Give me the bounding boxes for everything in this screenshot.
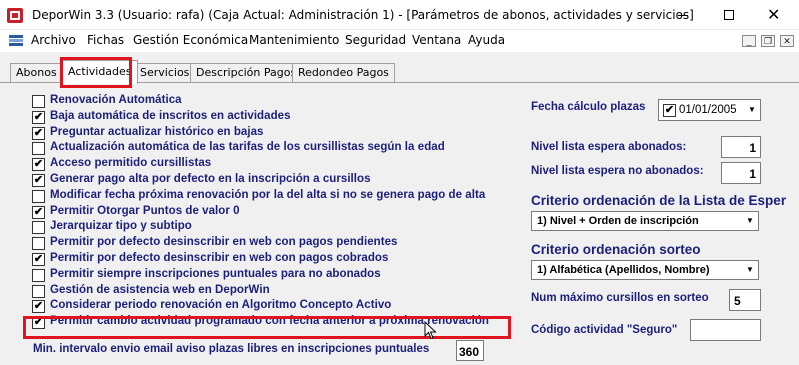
tab-servicios[interactable]: Servicios [134, 63, 196, 83]
option-label: Permitir por defecto desinscribir en web… [50, 252, 389, 264]
option-checkbox[interactable]: ✔ [32, 174, 45, 187]
mdi-minimize-button[interactable]: _ [742, 35, 756, 47]
option-label: Actualización automática de las tarifas … [50, 141, 445, 153]
chevron-down-icon[interactable]: ▼ [744, 100, 760, 120]
option-label: Permitir Otorgar Puntos de valor 0 [50, 205, 240, 217]
maximize-button[interactable] [706, 0, 752, 30]
option-checkbox[interactable] [32, 95, 45, 108]
mdi-close-button[interactable]: ✕ [780, 35, 794, 47]
option-checkbox[interactable]: ✔ [32, 300, 45, 313]
criterio-lista-select[interactable]: 1) Nivel + Orden de inscripción ▼ [531, 211, 759, 231]
menu-archivo[interactable]: Archivo [31, 33, 76, 47]
fecha-calculo-label: Fecha cálculo plazas [531, 101, 646, 113]
criterio-lista-value: 1) Nivel + Orden de inscripción [537, 215, 699, 227]
option-checkbox[interactable] [32, 142, 45, 155]
fecha-calculo-value: 01/01/2005 [679, 104, 737, 116]
maximize-icon [724, 10, 734, 20]
minimize-icon [678, 15, 688, 16]
option-label: Permitir siempre inscripciones puntuales… [50, 268, 381, 280]
tab-abonos[interactable]: Abonos [10, 63, 63, 83]
tab-redondeo-pagos[interactable]: Redondeo Pagos [292, 63, 395, 83]
mouse-cursor-icon [424, 321, 437, 340]
option-checkbox[interactable] [32, 285, 45, 298]
option-checkbox[interactable]: ✔ [32, 253, 45, 266]
menu-mantenimiento[interactable]: Mantenimiento [249, 33, 339, 47]
menu-ayuda[interactable]: Ayuda [468, 33, 505, 47]
min-interval-input[interactable]: 360 [456, 340, 484, 361]
option-checkbox[interactable]: ✔ [32, 111, 45, 124]
nivel-no-abonados-label: Nivel lista espera no abonados: [531, 165, 704, 177]
min-interval-label: Min. intervalo envio email aviso plazas … [33, 343, 430, 355]
option-checkbox[interactable]: ✔ [32, 158, 45, 171]
app-logo-icon [7, 8, 23, 23]
menu-fichas[interactable]: Fichas [87, 33, 124, 47]
tab-annotation-highlight [60, 57, 132, 88]
option-label: Considerar periodo renovación en Algorit… [50, 299, 392, 311]
menu-bar: Archivo Fichas Gestión Económica Manteni… [0, 30, 799, 52]
nivel-abonados-input[interactable]: 1 [721, 136, 761, 158]
option-label: Baja automática de inscritos en activida… [50, 110, 291, 122]
option-checkbox[interactable] [32, 190, 45, 203]
option-label: Preguntar actualizar histórico en bajas [50, 126, 264, 138]
option-label: Acceso permitido cursillistas [50, 157, 212, 169]
menu-seguridad[interactable]: Seguridad [345, 33, 406, 47]
fecha-calculo-checkbox[interactable]: ✔ [663, 104, 676, 117]
option-label: Generar pago alta por defecto en la insc… [50, 173, 371, 185]
num-max-cursillos-label: Num máximo cursillos en sorteo [531, 292, 709, 304]
option-checkbox[interactable]: ✔ [32, 206, 45, 219]
option-label: Permitir por defecto desinscribir en web… [50, 236, 398, 248]
nivel-abonados-label: Nivel lista espera abonados: [531, 141, 687, 153]
chevron-down-icon[interactable]: ▼ [742, 261, 758, 279]
window-title: DeporWin 3.3 (Usuario: rafa) (Caja Actua… [32, 8, 694, 22]
criterio-lista-heading: Criterio ordenación de la Lista de Esper [531, 193, 787, 208]
criterio-sorteo-value: 1) Alfabética (Apellidos, Nombre) [537, 264, 710, 276]
tab-descripcion-pagos[interactable]: Descripción Pagos [190, 63, 303, 83]
document-menu-icon[interactable] [9, 35, 23, 47]
menu-gestion-economica[interactable]: Gestión Económica [133, 33, 248, 47]
option-label: Renovación Automática [50, 94, 182, 106]
option-checkbox[interactable] [32, 237, 45, 250]
codigo-seguro-label: Código actividad "Seguro" [531, 324, 678, 336]
option-label: Jerarquizar tipo y subtipo [50, 220, 192, 232]
close-button[interactable]: ✕ [752, 0, 798, 30]
criterio-sorteo-select[interactable]: 1) Alfabética (Apellidos, Nombre) ▼ [531, 260, 759, 280]
num-max-cursillos-input[interactable]: 5 [729, 289, 761, 311]
option-checkbox[interactable]: ✔ [32, 127, 45, 140]
menu-ventana[interactable]: Ventana [412, 33, 461, 47]
nivel-no-abonados-input[interactable]: 1 [721, 162, 761, 184]
criterio-sorteo-heading: Criterio ordenación sorteo [531, 242, 701, 257]
fecha-calculo-picker[interactable]: ✔ 01/01/2005 ▼ [658, 99, 761, 121]
close-icon: ✕ [767, 5, 781, 24]
option-label: Gestión de asistencia web en DeporWin [50, 284, 270, 296]
title-bar: DeporWin 3.3 (Usuario: rafa) (Caja Actua… [0, 0, 799, 30]
codigo-seguro-input[interactable] [690, 319, 761, 341]
option-label: Modificar fecha próxima renovación por l… [50, 189, 486, 201]
option-checkbox[interactable] [32, 221, 45, 234]
chevron-down-icon[interactable]: ▼ [742, 212, 758, 230]
mdi-restore-button[interactable]: ❐ [761, 35, 775, 47]
minimize-button[interactable] [660, 0, 706, 30]
option-checkbox[interactable] [32, 269, 45, 282]
